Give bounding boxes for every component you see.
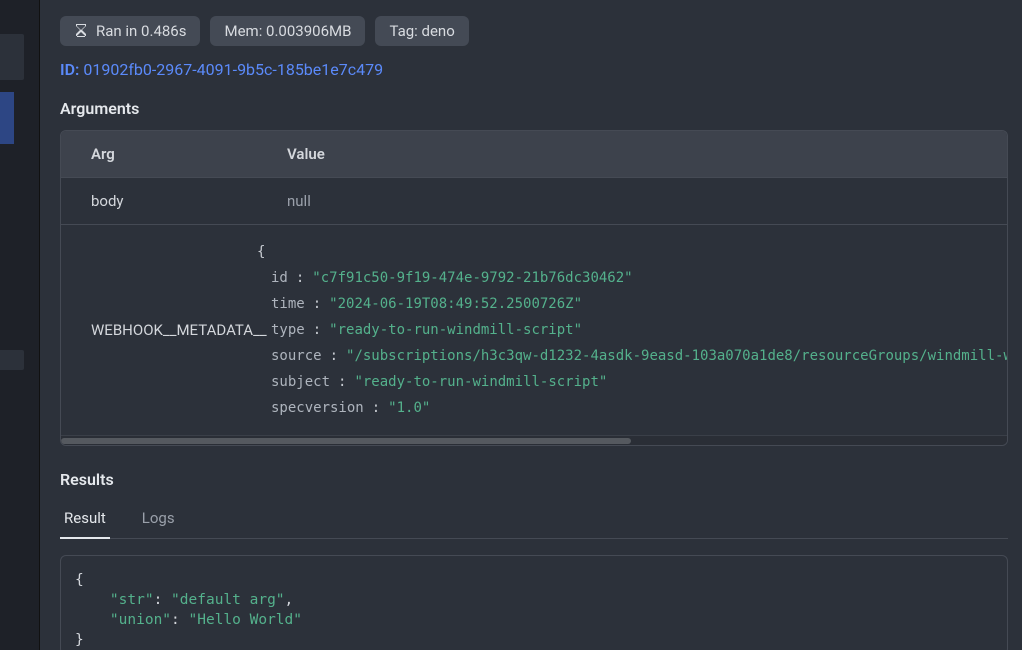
table-row: body null bbox=[61, 177, 1007, 224]
json-object: { id:"c7f91c50-9f19-474e-9792-21b76dc304… bbox=[257, 225, 1007, 435]
runtime-text: Ran in 0.486s bbox=[96, 22, 186, 40]
sidebar-notch-2 bbox=[0, 350, 24, 370]
horizontal-scrollbar[interactable] bbox=[61, 435, 1007, 445]
args-header: Arg Value bbox=[61, 131, 1007, 177]
result-json: { "str": "default arg", "union": "Hello … bbox=[60, 555, 1008, 650]
memory-badge: Mem: 0.003906MB bbox=[210, 16, 365, 46]
arg-value: null bbox=[287, 192, 977, 210]
arguments-title: Arguments bbox=[60, 99, 1022, 118]
id-label: ID: bbox=[60, 60, 79, 79]
col-arg-header: Arg bbox=[91, 145, 287, 163]
run-id[interactable]: ID: 01902fb0-2967-4091-9b5c-185be1e7c479 bbox=[60, 60, 1022, 79]
runtime-badge: Ran in 0.486s bbox=[60, 16, 200, 46]
hourglass-icon bbox=[74, 23, 88, 39]
col-value-header: Value bbox=[287, 145, 977, 163]
results-tabs: Result Logs bbox=[60, 501, 1008, 539]
status-badges: Ran in 0.486s Mem: 0.003906MB Tag: deno bbox=[60, 16, 1022, 46]
scrollbar-thumb[interactable] bbox=[61, 438, 631, 444]
id-value: 01902fb0-2967-4091-9b5c-185be1e7c479 bbox=[83, 60, 383, 79]
sidebar-tab-active[interactable] bbox=[0, 92, 14, 144]
arg-name: body bbox=[91, 192, 287, 210]
arg-value: { id:"c7f91c50-9f19-474e-9792-21b76dc304… bbox=[257, 225, 1007, 435]
tab-logs[interactable]: Logs bbox=[138, 501, 179, 539]
tag-text: Tag: deno bbox=[389, 22, 454, 40]
results-title: Results bbox=[60, 470, 1022, 489]
sidebar bbox=[0, 0, 40, 650]
sidebar-notch bbox=[0, 34, 24, 80]
table-row: WEBHOOK__METADATA__ { id:"c7f91c50-9f19-… bbox=[61, 224, 1007, 435]
main-panel: Ran in 0.486s Mem: 0.003906MB Tag: deno … bbox=[40, 0, 1022, 650]
tab-result[interactable]: Result bbox=[60, 501, 110, 539]
arg-name: WEBHOOK__METADATA__ bbox=[61, 321, 257, 339]
memory-text: Mem: 0.003906MB bbox=[224, 22, 351, 40]
tag-badge: Tag: deno bbox=[375, 16, 468, 46]
arguments-table: Arg Value body null WEBHOOK__METADATA__ … bbox=[60, 130, 1008, 446]
